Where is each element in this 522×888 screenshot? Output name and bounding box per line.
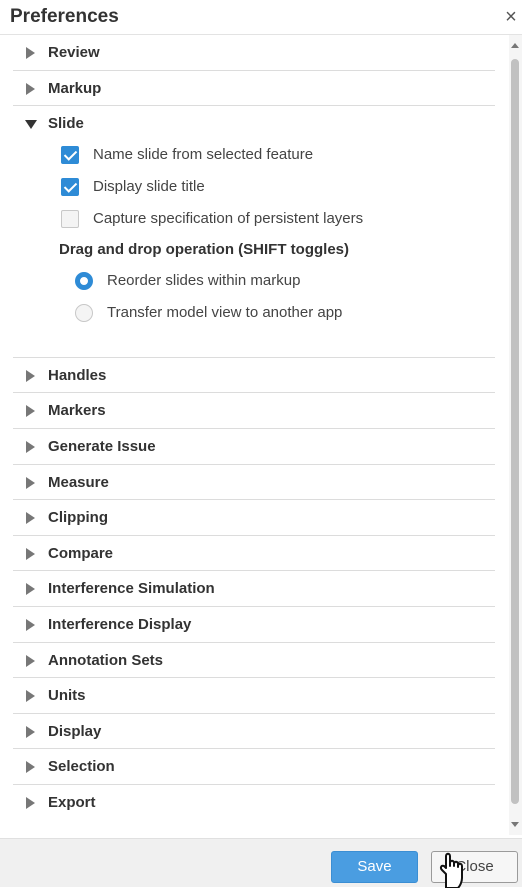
section-display: Display [13,714,495,750]
option-label: Transfer model view to another app [107,303,343,321]
section-header-interference-display[interactable]: Interference Display [13,607,495,642]
section-label: Markers [48,402,106,420]
section-header-display[interactable]: Display [13,714,495,749]
triangle-right-icon [26,583,35,596]
section-label: Interference Display [48,615,192,633]
section-header-export[interactable]: Export [13,785,495,820]
dialog-footer: Save Close [0,838,522,887]
section-header-measure[interactable]: Measure [13,465,495,500]
section-compare: Compare [13,536,495,572]
triangle-right-icon [26,796,35,809]
section-interference-display: Interference Display [13,607,495,643]
section-label: Measure [48,473,109,491]
slide-section-body: Name slide from selected feature Display… [13,141,495,357]
vertical-scrollbar[interactable] [509,35,522,835]
section-label: Slide [48,115,84,133]
triangle-down-icon [25,120,37,130]
section-label: Markup [48,79,102,97]
section-header-interference-simulation[interactable]: Interference Simulation [13,571,495,606]
section-markers: Markers [13,393,495,429]
triangle-right-icon [26,476,35,489]
preferences-list: Review Markup Slide Name slide from sele… [0,35,508,835]
section-clipping: Clipping [13,500,495,536]
section-header-clipping[interactable]: Clipping [13,500,495,535]
section-export: Export [13,785,495,820]
section-label: Export [48,793,96,811]
section-interference-simulation: Interference Simulation [13,571,495,607]
section-header-review[interactable]: Review [13,35,495,70]
section-markup: Markup [13,71,495,107]
triangle-right-icon [26,369,35,382]
section-label: Generate Issue [48,437,156,455]
checkbox-checked[interactable] [61,177,79,196]
radio-unselected[interactable] [75,303,93,322]
section-header-markers[interactable]: Markers [13,393,495,428]
close-icon[interactable]: × [502,6,520,28]
triangle-right-icon [26,654,35,667]
section-units: Units [13,678,495,714]
section-label: Interference Simulation [48,580,215,598]
section-review: Review [13,35,495,71]
section-slide: Slide Name slide from selected feature D… [13,106,495,358]
option-label: Display slide title [93,177,205,195]
section-header-compare[interactable]: Compare [13,536,495,571]
section-label: Review [48,44,100,61]
scrollbar-thumb[interactable] [511,59,519,804]
section-header-annotation-sets[interactable]: Annotation Sets [13,643,495,678]
triangle-right-icon [26,690,35,703]
scroll-down-arrow-icon[interactable] [511,822,519,827]
section-header-selection[interactable]: Selection [13,749,495,784]
section-label: Handles [48,366,107,384]
checkbox-unchecked[interactable] [61,209,79,228]
triangle-right-icon [26,405,35,418]
scroll-up-arrow-icon[interactable] [511,43,519,48]
radio-selected[interactable] [75,271,93,290]
section-header-markup[interactable]: Markup [13,71,495,106]
option-label: Name slide from selected feature [93,145,314,163]
section-generate-issue: Generate Issue [13,429,495,465]
section-measure: Measure [13,465,495,501]
section-annotation-sets: Annotation Sets [13,643,495,679]
close-button[interactable]: Close [431,851,518,883]
drag-drop-group-title: Drag and drop operation (SHIFT toggles) [59,240,349,258]
section-label: Display [48,722,102,740]
section-label: Selection [48,758,115,776]
dialog-title: Preferences [10,6,119,27]
section-label: Compare [48,544,114,562]
section-label: Annotation Sets [48,651,163,669]
triangle-right-icon [26,761,35,774]
section-handles: Handles [13,358,495,394]
option-label: Reorder slides within markup [107,271,301,289]
option-label: Capture specification of persistent laye… [93,209,364,227]
checkmark-icon [63,179,78,193]
triangle-right-icon [26,47,35,59]
save-button[interactable]: Save [331,851,418,883]
triangle-right-icon [26,512,35,525]
section-header-units[interactable]: Units [13,678,495,713]
dialog-header: Preferences × [0,0,522,35]
preferences-dialog: Preferences × Review Markup Slide Name s… [0,0,522,888]
section-header-slide[interactable]: Slide [13,106,495,141]
triangle-right-icon [26,440,35,453]
triangle-right-icon [26,618,35,631]
section-label: Units [48,687,86,705]
checkmark-icon [63,147,78,161]
section-selection: Selection [13,749,495,785]
section-header-handles[interactable]: Handles [13,358,495,393]
section-label: Clipping [48,509,108,527]
checkbox-checked[interactable] [61,145,79,164]
triangle-right-icon [26,547,35,560]
triangle-right-icon [26,82,35,95]
section-header-generate-issue[interactable]: Generate Issue [13,429,495,464]
triangle-right-icon [26,725,35,738]
